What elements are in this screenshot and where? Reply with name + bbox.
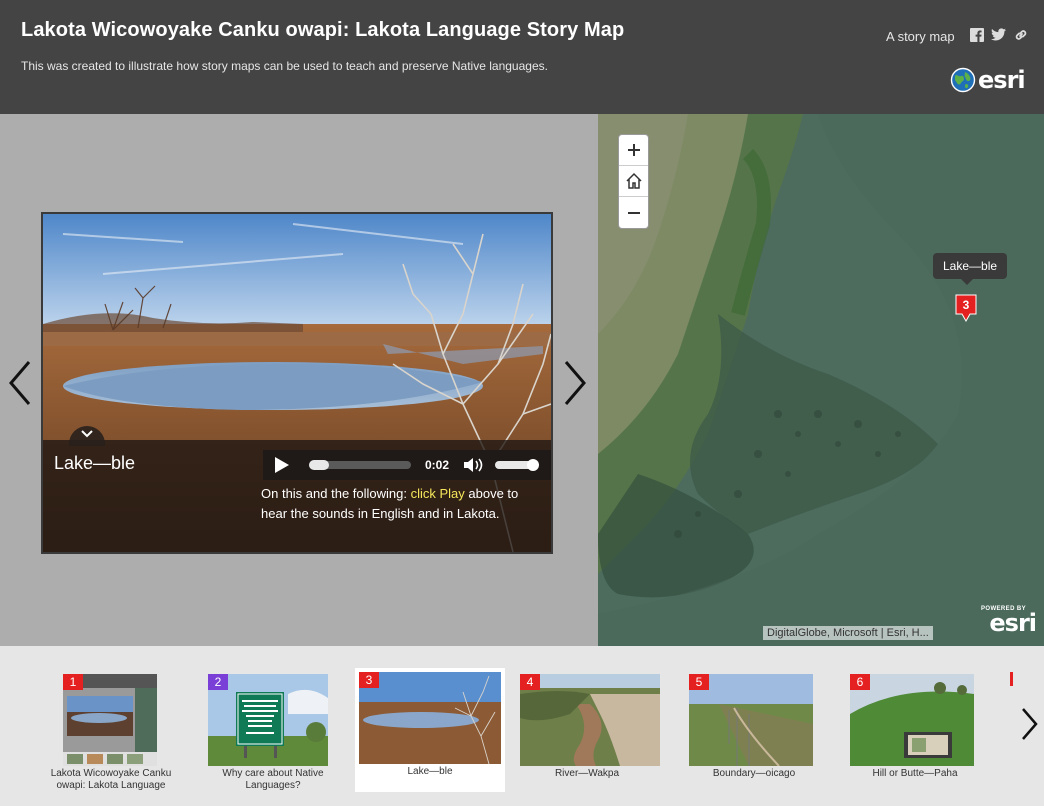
next-slide-button[interactable] bbox=[560, 358, 590, 408]
map-view[interactable]: Lake—ble 3 DigitalGlobe, Microsoft | Esr… bbox=[598, 114, 1044, 646]
share-icons bbox=[969, 27, 1028, 42]
zoom-out-button[interactable] bbox=[619, 197, 648, 228]
map-attribution: DigitalGlobe, Microsoft | Esri, H... bbox=[763, 626, 933, 640]
zoom-in-button[interactable] bbox=[619, 135, 648, 166]
minus-icon bbox=[627, 211, 640, 214]
home-icon bbox=[625, 172, 642, 189]
progress-handle[interactable] bbox=[309, 460, 329, 470]
thumb-number: 3 bbox=[359, 672, 379, 688]
play-icon bbox=[275, 457, 289, 473]
carousel-item[interactable]: 5 Boundary—oicago bbox=[679, 670, 829, 794]
thumb-image bbox=[520, 674, 660, 766]
volume-icon[interactable] bbox=[463, 456, 485, 474]
audio-progress-bar[interactable] bbox=[309, 460, 411, 470]
satellite-imagery bbox=[598, 114, 1044, 646]
thumb-label: Lakota Wicowoyake Canku owapi: Lakota La… bbox=[50, 768, 172, 791]
slide-carousel: 1 Lakota Wicowoyake Canku owapi: Lakota … bbox=[0, 646, 1044, 806]
chevron-right-icon bbox=[564, 361, 586, 405]
caption-highlight: click Play bbox=[410, 486, 465, 501]
plus-icon bbox=[627, 144, 640, 156]
chevron-down-icon bbox=[81, 430, 93, 438]
link-icon[interactable] bbox=[1013, 27, 1028, 42]
esri-wordmark: esri bbox=[978, 66, 1026, 94]
thumb-label: River—Wakpa bbox=[554, 768, 620, 779]
map-pin-icon: 3 bbox=[955, 294, 977, 323]
next-thumb-edge bbox=[1010, 672, 1013, 686]
zoom-control bbox=[618, 134, 649, 229]
map-tooltip: Lake—ble bbox=[933, 253, 1008, 285]
carousel-item[interactable]: 2 Why care about Native Languages? bbox=[198, 670, 348, 794]
story-panel: Lake—ble 0:02 On this and the following:… bbox=[0, 114, 598, 646]
thumb-number: 1 bbox=[63, 674, 83, 690]
facebook-icon[interactable] bbox=[969, 27, 984, 42]
play-button[interactable] bbox=[263, 450, 301, 480]
audio-time: 0:02 bbox=[425, 458, 450, 472]
caption-text: On this and the following: click Play ab… bbox=[261, 484, 546, 524]
thumb-image bbox=[359, 672, 501, 764]
story-map-link[interactable]: A story map bbox=[886, 29, 955, 44]
carousel-item[interactable]: 4 River—Wakpa bbox=[512, 670, 662, 794]
esri-logo[interactable]: esri bbox=[950, 66, 1026, 94]
carousel-item[interactable]: 6 Hill or Butte—Paha bbox=[840, 670, 990, 794]
thumb-number: 5 bbox=[689, 674, 709, 690]
pin-number: 3 bbox=[963, 298, 970, 312]
chevron-right-icon bbox=[1022, 708, 1038, 740]
twitter-icon[interactable] bbox=[991, 27, 1006, 42]
thumb-label: Lake—ble bbox=[407, 766, 453, 777]
volume-handle[interactable] bbox=[527, 459, 540, 471]
caption-text-part: On this and the following: bbox=[261, 486, 411, 501]
carousel-item-active[interactable]: 3 Lake—ble bbox=[355, 668, 505, 792]
map-pin-marker[interactable]: 3 bbox=[955, 294, 977, 323]
audio-player: 0:02 bbox=[263, 450, 551, 480]
page-title: Lakota Wicowoyake Canku owapi: Lakota La… bbox=[21, 19, 625, 41]
carousel-next-button[interactable] bbox=[1018, 706, 1042, 742]
volume-slider[interactable] bbox=[495, 459, 540, 471]
caption-band: Lake—ble 0:02 On this and the following:… bbox=[43, 426, 551, 552]
globe-icon bbox=[950, 67, 976, 93]
thumb-number: 6 bbox=[850, 674, 870, 690]
thumb-label: Hill or Butte—Paha bbox=[872, 768, 958, 779]
thumb-label: Boundary—oicago bbox=[712, 768, 796, 779]
thumb-label: Why care about Native Languages? bbox=[222, 768, 324, 791]
carousel-item[interactable]: 1 Lakota Wicowoyake Canku owapi: Lakota … bbox=[36, 670, 186, 794]
home-button[interactable] bbox=[619, 166, 648, 197]
page-subtitle: This was created to illustrate how story… bbox=[21, 59, 548, 73]
powered-by-esri-logo[interactable]: POWERED BY esri bbox=[981, 606, 1037, 637]
thumb-number: 4 bbox=[520, 674, 540, 690]
thumb-number: 2 bbox=[208, 674, 228, 690]
header: Lakota Wicowoyake Canku owapi: Lakota La… bbox=[0, 0, 1044, 114]
previous-slide-button[interactable] bbox=[5, 358, 35, 408]
media-card: Lake—ble 0:02 On this and the following:… bbox=[41, 212, 553, 554]
chevron-left-icon bbox=[9, 361, 31, 405]
slide-title: Lake—ble bbox=[54, 453, 136, 473]
esri-wordmark-small: esri bbox=[989, 609, 1037, 637]
